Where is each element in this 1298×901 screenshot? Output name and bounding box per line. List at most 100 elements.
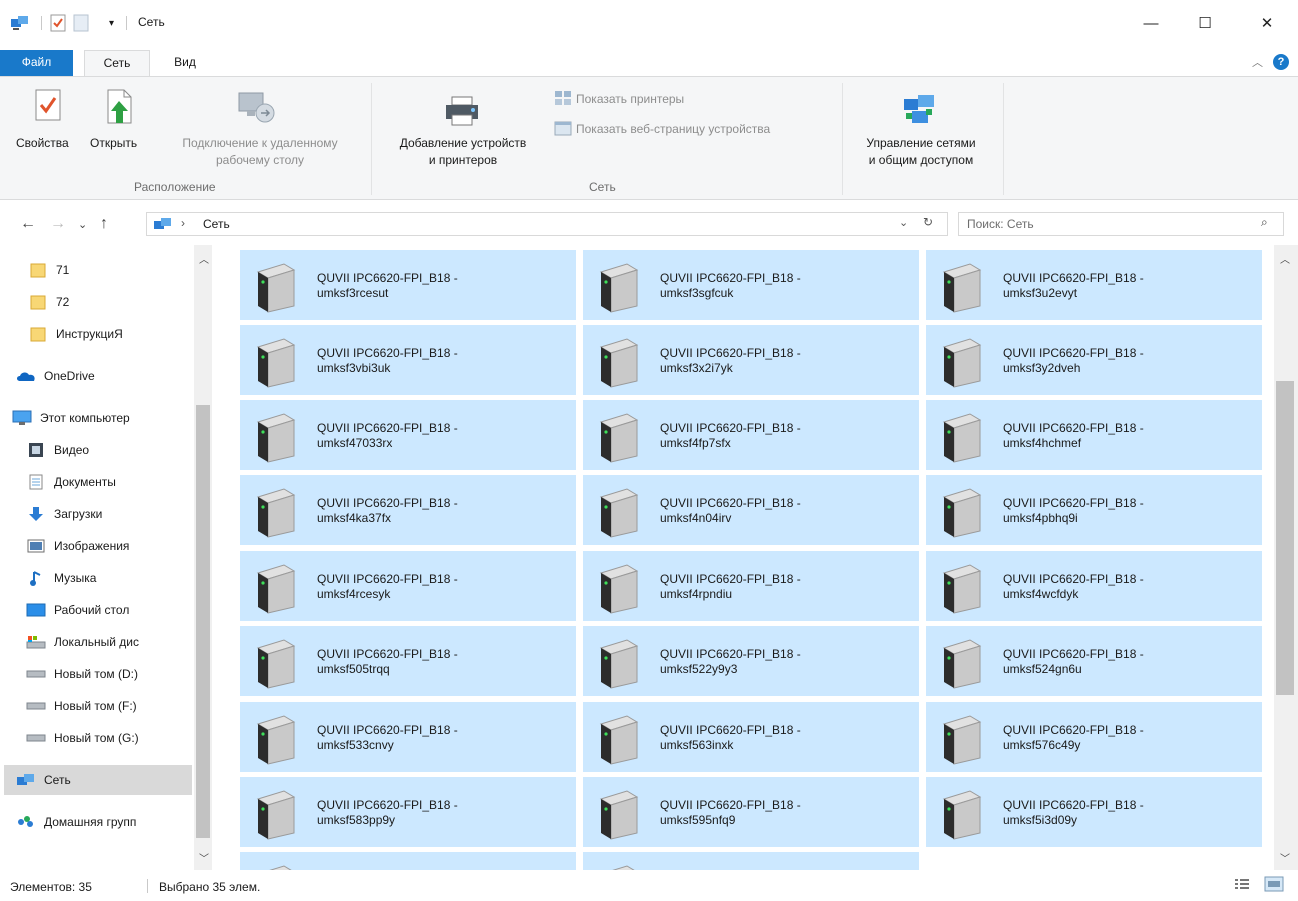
nav-item[interactable]: Новый том (G:) xyxy=(0,723,194,753)
network-device-tile[interactable]: QUVII IPC6620-FPI_B18 - umksf3y2dveh xyxy=(926,325,1262,395)
nav-item[interactable]: Новый том (F:) xyxy=(0,691,194,721)
nav-item[interactable]: Документы xyxy=(0,467,194,497)
network-device-tile[interactable]: QUVII IPC6620-FPI_B18 - umksf563inxk xyxy=(583,702,919,772)
device-name-line1: QUVII IPC6620-FPI_B18 - xyxy=(660,647,801,661)
network-device-tile[interactable]: QUVII IPC6620-FPI_B18 - umksf505trqq xyxy=(240,626,576,696)
device-name: QUVII IPC6620-FPI_B18 - umksf4n04irv xyxy=(660,496,801,526)
network-device-icon xyxy=(940,412,984,464)
network-device-tile[interactable]: QUVII IPC6620-FPI_B18 - umksf47033rx xyxy=(240,400,576,470)
network-device-tile[interactable]: QUVII IPC6620-FPI_B18 - umksf4rcesyk xyxy=(240,551,576,621)
network-sharing-center-button[interactable]: Управление сетями и общим доступом xyxy=(846,77,996,177)
nav-item[interactable]: Этот компьютер xyxy=(0,403,194,433)
minimize-button[interactable]: — xyxy=(1128,0,1174,46)
collapse-ribbon-icon[interactable]: ︿ xyxy=(1252,54,1263,70)
nav-item[interactable]: Сеть xyxy=(4,765,192,795)
nav-item[interactable]: ИнструкциЯ xyxy=(0,319,194,349)
network-device-icon xyxy=(254,262,298,314)
title-bar: ▾ Сеть — ☐ ✕ xyxy=(0,0,1298,46)
details-view-icon[interactable] xyxy=(1234,877,1250,894)
network-device-tile[interactable]: QUVII IPC6620-FPI_B18 - umksf4hchmef xyxy=(926,400,1262,470)
network-device-tile[interactable]: QUVII IPC6620-FPI_B18 - umksf4ka37fx xyxy=(240,475,576,545)
network-device-tile[interactable]: QUVII IPC6620-FPI_B18 - umksf3u2evyt xyxy=(926,250,1262,320)
network-icon[interactable] xyxy=(10,14,30,32)
nav-scroll-down-icon[interactable]: ﹀ xyxy=(199,850,209,865)
customize-qa-dropdown-icon[interactable]: ▾ xyxy=(109,14,114,32)
device-name-line1: QUVII IPC6620-FPI_B18 - xyxy=(317,271,458,285)
nav-item[interactable]: 71 xyxy=(0,255,194,285)
help-icon[interactable]: ? xyxy=(1273,54,1289,70)
add-devices-button[interactable]: Добавление устройств и принтеров xyxy=(378,77,548,177)
breadcrumb-separator-icon[interactable]: › xyxy=(181,216,185,230)
forward-arrow-icon[interactable]: → xyxy=(50,215,66,233)
show-device-webpage-button[interactable]: Показать веб-страницу устройства xyxy=(554,119,834,139)
network-device-tile[interactable]: QUVII IPC6620-FPI_B18 - umksf4wcfdyk xyxy=(926,551,1262,621)
network-sharing-icon xyxy=(902,93,936,131)
network-device-tile[interactable]: QUVII IPC6620-FPI_B18 - umksf3vbi3uk xyxy=(240,325,576,395)
tab-view[interactable]: Вид xyxy=(160,50,210,76)
nav-item[interactable]: 72 xyxy=(0,287,194,317)
network-device-tile[interactable]: QUVII IPC6620-FPI_B18 - umksf583pp9y xyxy=(240,777,576,847)
show-printers-button[interactable]: Показать принтеры xyxy=(554,89,734,109)
search-box[interactable]: Поиск: Сеть ⌕ xyxy=(958,212,1284,236)
network-device-tile[interactable]: QUVII IPC6620-FPI_B18 - umksf4rpndiu xyxy=(583,551,919,621)
content-scrollbar-thumb[interactable] xyxy=(1276,381,1294,695)
desktop-icon xyxy=(26,601,46,619)
search-icon[interactable]: ⌕ xyxy=(1261,215,1268,230)
network-device-tile[interactable]: QUVII IPC6620-FPI_B18 - umksf576c49y xyxy=(926,702,1262,772)
network-device-tile[interactable]: QUVII IPC6620-FPI_B18 - umksf3sgfcuk xyxy=(583,250,919,320)
refresh-icon[interactable]: ↻ xyxy=(923,215,933,229)
back-arrow-icon[interactable]: ← xyxy=(20,215,36,233)
network-device-tile[interactable]: QUVII IPC6620-FPI_B18 - umksf533cnvy xyxy=(240,702,576,772)
network-device-tile[interactable]: QUVII IPC6620-FPI_B18 - umksf595nfq9 xyxy=(583,777,919,847)
content-scroll-down-icon[interactable]: ﹀ xyxy=(1280,850,1290,865)
device-name-line2: umksf47033rx xyxy=(317,436,393,450)
nav-item[interactable]: Рабочий стол xyxy=(0,595,194,625)
nav-item[interactable]: Локальный дис xyxy=(0,627,194,657)
large-icons-view-icon[interactable] xyxy=(1264,876,1284,895)
content-scroll-up-icon[interactable]: ︿ xyxy=(1280,251,1290,266)
network-device-tile[interactable]: QUVII IPC6620-FPI_B18 - umksf4fp7sfx xyxy=(583,400,919,470)
network-device-tile[interactable]: QUVII IPC6620-FPI_B18 - umksf3rcesut xyxy=(240,250,576,320)
network-device-icon xyxy=(940,262,984,314)
nav-scrollbar-thumb[interactable] xyxy=(196,405,210,838)
network-device-tile[interactable] xyxy=(240,852,576,870)
folder-icon xyxy=(28,261,48,279)
network-device-tile[interactable]: QUVII IPC6620-FPI_B18 - umksf3x2i7yk xyxy=(583,325,919,395)
nav-item[interactable]: Видео xyxy=(0,435,194,465)
device-name-line1: QUVII IPC6620-FPI_B18 - xyxy=(660,723,801,737)
nav-item[interactable]: Новый том (D:) xyxy=(0,659,194,689)
nav-item[interactable]: OneDrive xyxy=(0,361,194,391)
remote-desktop-button[interactable]: Подключение к удаленному рабочему столу xyxy=(157,77,363,177)
address-bar[interactable]: › Сеть ⌄ ↻ xyxy=(146,212,948,236)
network-device-tile[interactable]: QUVII IPC6620-FPI_B18 - umksf5i3d09y xyxy=(926,777,1262,847)
address-dropdown-icon[interactable]: ⌄ xyxy=(899,216,908,229)
network-device-tile[interactable]: QUVII IPC6620-FPI_B18 - umksf524gn6u xyxy=(926,626,1262,696)
breadcrumb-network[interactable]: Сеть xyxy=(203,217,230,231)
properties-button[interactable]: Свойства xyxy=(10,77,82,177)
up-arrow-icon[interactable]: ↑ xyxy=(100,215,108,233)
network-device-icon xyxy=(254,638,298,690)
network-device-icon xyxy=(597,638,641,690)
search-input[interactable]: Поиск: Сеть xyxy=(967,217,1034,231)
properties-quick-icon[interactable] xyxy=(50,14,66,32)
nav-item[interactable]: Изображения xyxy=(0,531,194,561)
device-name: QUVII IPC6620-FPI_B18 - umksf576c49y xyxy=(1003,723,1144,753)
nav-item[interactable]: Загрузки xyxy=(0,499,194,529)
network-device-tile[interactable]: QUVII IPC6620-FPI_B18 - umksf4pbhq9i xyxy=(926,475,1262,545)
device-name-line2: umksf505trqq xyxy=(317,662,390,676)
nav-scroll-up-icon[interactable]: ︿ xyxy=(199,251,209,266)
tab-network[interactable]: Сеть xyxy=(84,50,150,77)
network-device-tile[interactable] xyxy=(583,852,919,870)
nav-item[interactable]: Домашняя групп xyxy=(0,807,194,837)
open-button[interactable]: Открыть xyxy=(88,77,152,177)
nav-item[interactable]: Музыка xyxy=(0,563,194,593)
network-device-tile[interactable]: QUVII IPC6620-FPI_B18 - umksf522y9y3 xyxy=(583,626,919,696)
device-name: QUVII IPC6620-FPI_B18 - umksf522y9y3 xyxy=(660,647,801,677)
recent-locations-chevron-icon[interactable]: ⌄ xyxy=(78,218,87,231)
new-folder-quick-icon[interactable] xyxy=(73,14,89,32)
network-device-tile[interactable]: QUVII IPC6620-FPI_B18 - umksf4n04irv xyxy=(583,475,919,545)
tab-file[interactable]: Файл xyxy=(0,50,73,76)
maximize-button[interactable]: ☐ xyxy=(1182,0,1228,46)
nav-item-label: Домашняя групп xyxy=(44,815,137,829)
close-button[interactable]: ✕ xyxy=(1244,0,1290,46)
